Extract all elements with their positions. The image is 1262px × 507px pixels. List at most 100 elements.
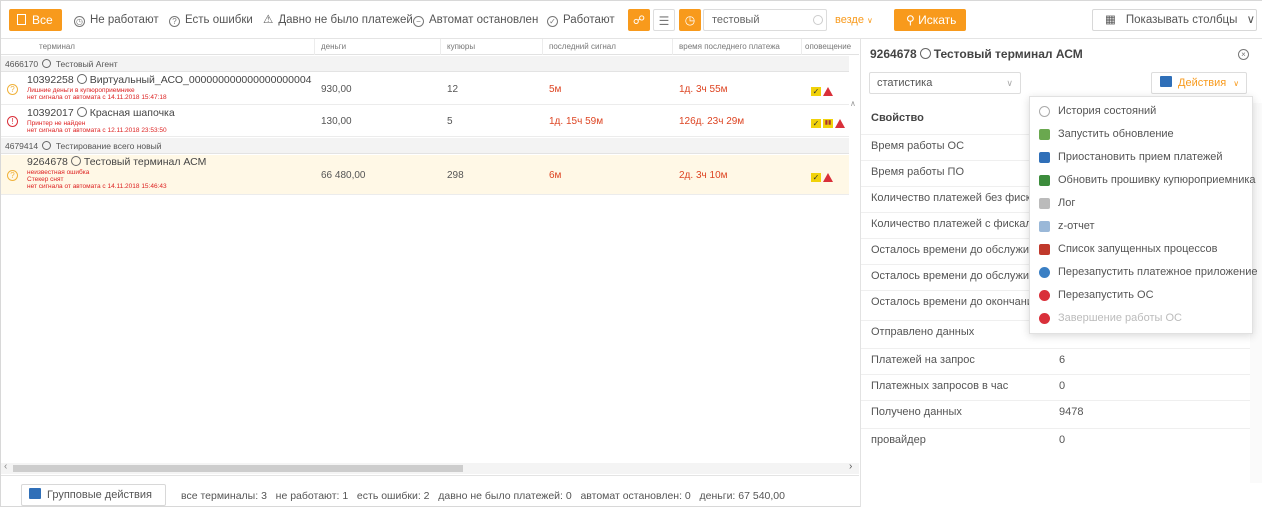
chevron-down-icon bbox=[919, 48, 931, 59]
horizontal-scrollbar[interactable]: ‹ › bbox=[1, 461, 859, 474]
chevron-down-icon bbox=[70, 156, 81, 166]
clock-icon: ◷ bbox=[74, 16, 85, 27]
columns-icon: ▦ bbox=[1105, 14, 1116, 26]
alert-flags: ✓ ▮▮ bbox=[811, 116, 845, 130]
col-divider bbox=[440, 39, 441, 55]
view-select[interactable]: статистика ∨ bbox=[869, 72, 1021, 94]
actions-icon bbox=[1160, 76, 1172, 87]
check-circle-icon: ✓ bbox=[547, 16, 558, 27]
check-flag-icon: ✓ bbox=[811, 119, 821, 129]
menu-item-z-report[interactable]: z-отчет bbox=[1030, 215, 1254, 238]
col-header-last-payment[interactable]: время последнего платежа bbox=[679, 42, 780, 51]
actions-button[interactable]: Действия ∨ bbox=[1151, 72, 1247, 94]
last-signal-cell: 6м bbox=[549, 170, 562, 181]
menu-item-log[interactable]: Лог bbox=[1030, 192, 1254, 215]
log-icon bbox=[1039, 198, 1050, 209]
scroll-right-icon[interactable]: › bbox=[849, 461, 852, 472]
terminal-name[interactable]: 10392017 Красная шапочка bbox=[27, 107, 175, 119]
col-header-bills[interactable]: купюры bbox=[447, 42, 475, 51]
menu-item-history[interactable]: История состояний bbox=[1030, 100, 1254, 123]
table-row[interactable]: ? 10392258 Виртуальный_АСО_00000000000000… bbox=[1, 73, 849, 105]
menu-item-restart-os[interactable]: Перезапустить ОС bbox=[1030, 284, 1254, 307]
terminals-table: терминал деньги купюры последний сигнал … bbox=[1, 39, 859, 463]
menu-item-pause-payments[interactable]: Приостановить прием платежей bbox=[1030, 146, 1254, 169]
document-icon bbox=[17, 14, 26, 25]
filter-all-button[interactable]: Все bbox=[9, 9, 62, 31]
group-actions-button[interactable]: Групповые действия ∨ bbox=[21, 484, 166, 506]
bills-cell: 5 bbox=[447, 116, 453, 127]
question-icon: ? bbox=[169, 16, 180, 27]
check-flag-icon: ✓ bbox=[811, 87, 821, 97]
last-payment-cell: 126д. 23ч 29м bbox=[679, 116, 745, 127]
bills-cell: 12 bbox=[447, 84, 459, 95]
tree-view-button[interactable]: ☍ bbox=[628, 9, 650, 31]
firmware-icon bbox=[1039, 175, 1050, 186]
group-row[interactable]: 4666170 Тестовый Агент bbox=[1, 56, 849, 72]
scrollbar-thumb[interactable] bbox=[13, 465, 463, 472]
menu-item-restart-app[interactable]: Перезапустить платежное приложение bbox=[1030, 261, 1257, 284]
terminal-error: Лишние деньги в купюроприемнике bbox=[27, 87, 135, 94]
scroll-left-icon[interactable]: ‹ bbox=[4, 461, 7, 472]
filter-not-working[interactable]: ◷ Не работают bbox=[74, 11, 159, 29]
filter-errors[interactable]: ? Есть ошибки bbox=[169, 11, 253, 29]
col-header-terminal[interactable]: терминал bbox=[39, 42, 75, 51]
menu-item-start-update[interactable]: Запустить обновление bbox=[1030, 123, 1254, 146]
summary-counts: все терминалы: 3 не работают: 1 есть оши… bbox=[181, 490, 785, 502]
search-button[interactable]: ⚲ Искать bbox=[894, 9, 966, 31]
warning-triangle-icon bbox=[835, 119, 845, 129]
terminal-name[interactable]: 10392258 Виртуальный_АСО_0000000000000000… bbox=[27, 74, 312, 86]
scroll-up-icon[interactable]: ∧ bbox=[850, 99, 856, 108]
col-header-last-signal[interactable]: последний сигнал bbox=[549, 42, 616, 51]
terminal-name[interactable]: 9264678 Тестовый терминал АСМ bbox=[27, 156, 206, 168]
col-divider bbox=[314, 39, 315, 55]
col-divider bbox=[801, 39, 802, 55]
menu-item-process-list[interactable]: Список запущенных процессов bbox=[1030, 238, 1254, 261]
terminal-error: нет сигнала от автомата с 14.11.2018 15:… bbox=[27, 183, 167, 190]
search-input[interactable] bbox=[703, 9, 827, 31]
report-icon bbox=[1039, 221, 1050, 232]
filter-working[interactable]: ✓ Работают bbox=[547, 11, 615, 29]
property-row: Платежей на запрос 6 bbox=[861, 348, 1251, 371]
pause-payments-icon bbox=[1039, 152, 1050, 163]
money-cell: 130,00 bbox=[321, 116, 352, 127]
update-icon bbox=[1039, 129, 1050, 140]
restart-os-icon bbox=[1039, 290, 1050, 301]
last-payment-cell: 1д. 3ч 55м bbox=[679, 84, 728, 95]
money-cell: 66 480,00 bbox=[321, 170, 366, 181]
list-view-button[interactable]: ☰ bbox=[653, 9, 675, 31]
group-row[interactable]: 4679414 Тестирование всего новый bbox=[1, 138, 849, 154]
chevron-down-icon bbox=[76, 74, 87, 84]
show-columns-button[interactable]: ▦ Показывать столбцы ∨ bbox=[1092, 9, 1257, 31]
search-scope-select[interactable]: везде ∨ bbox=[835, 11, 873, 30]
alert-flags: ✓ bbox=[811, 84, 833, 98]
check-flag-icon: ✓ bbox=[811, 173, 821, 183]
col-header-money[interactable]: деньги bbox=[321, 42, 346, 51]
chevron-down-icon: ∨ bbox=[1246, 14, 1256, 26]
last-payment-cell: 2д. 3ч 10м bbox=[679, 170, 728, 181]
menu-item-update-firmware[interactable]: Обновить прошивку купюроприемника bbox=[1030, 169, 1256, 192]
terminal-error: Стекер снят bbox=[27, 176, 64, 183]
col-header-alerts[interactable]: оповещение bbox=[805, 42, 851, 51]
chevron-down-icon bbox=[42, 141, 52, 150]
last-signal-cell: 1д. 15ч 59м bbox=[549, 116, 604, 127]
status-filter-button[interactable]: ◷ bbox=[679, 9, 701, 31]
filter-no-payments[interactable]: ⚠ Давно не было платежей bbox=[263, 11, 413, 29]
tree-icon: ☍ bbox=[632, 13, 646, 27]
property-row: Платежных запросов в час 0 bbox=[861, 374, 1251, 397]
warning-status-icon: ? bbox=[7, 170, 18, 181]
alert-flags: ✓ bbox=[811, 170, 833, 184]
filter-stopped[interactable]: − Автомат остановлен bbox=[413, 11, 538, 29]
table-row[interactable]: ? 9264678 Тестовый терминал АСМ неизвестн… bbox=[1, 155, 849, 195]
warning-triangle-icon bbox=[823, 87, 833, 97]
table-row[interactable]: ! 10392017 Красная шапочка Принтер не най… bbox=[1, 106, 849, 137]
last-signal-cell: 5м bbox=[549, 84, 562, 95]
search-icon: ⚲ bbox=[906, 13, 919, 27]
error-status-icon: ! bbox=[7, 116, 18, 127]
close-icon[interactable]: × bbox=[1238, 49, 1249, 60]
clear-icon[interactable] bbox=[813, 15, 823, 25]
clock-icon: ◷ bbox=[684, 13, 696, 27]
filter-toolbar: Все ◷ Не работают ? Есть ошибки ⚠ Давно не … bbox=[1, 1, 1262, 39]
menu-item-shutdown-os: Завершение работы ОС bbox=[1030, 307, 1254, 330]
property-row: провайдер 0 bbox=[861, 428, 1251, 451]
chevron-down-icon: ∨ bbox=[1006, 78, 1013, 88]
